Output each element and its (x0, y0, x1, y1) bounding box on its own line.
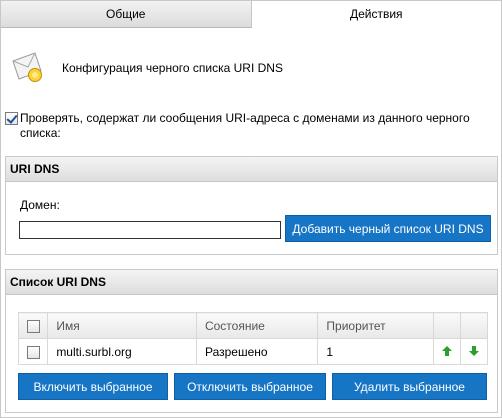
uri-dns-list-title: Список URI DNS (6, 270, 497, 295)
page-title: Конфигурация черного списка URI DNS (62, 61, 283, 75)
move-down-cell (459, 338, 489, 365)
uri-dns-list-group: Список URI DNS Имя Состояние Приоритет m… (5, 269, 498, 413)
mail-icon (12, 52, 42, 82)
row-name: multi.surbl.org (47, 338, 197, 365)
uri-dns-group: URI DNS Домен: Добавить черный список UR… (5, 156, 498, 255)
tab-actions[interactable]: Действия (251, 1, 501, 28)
tab-general[interactable]: Общие (1, 1, 252, 28)
row-checkbox[interactable] (26, 345, 40, 359)
check-uri-checkbox[interactable] (5, 112, 18, 125)
arrow-up-icon[interactable] (441, 345, 452, 356)
column-name[interactable]: Имя (47, 312, 197, 339)
enable-selected-button[interactable]: Включить выбранное (18, 373, 168, 400)
check-uri-label: Проверять, содержат ли сообщения URI-адр… (20, 111, 470, 140)
uri-dns-group-title: URI DNS (6, 157, 497, 182)
row-state: Разрешено (195, 338, 319, 365)
domain-label: Домен: (20, 198, 60, 212)
column-up-blank (432, 312, 461, 339)
arrow-down-icon[interactable] (468, 345, 479, 356)
window: Общие Действия Конфигурация черного спис… (0, 0, 502, 418)
column-down-blank (459, 312, 489, 339)
row-priority: 1 (317, 338, 434, 365)
row-select-cell (17, 338, 49, 365)
select-all-checkbox[interactable] (26, 319, 40, 333)
add-blacklist-button[interactable]: Добавить черный список URI DNS (285, 215, 491, 242)
table-row[interactable]: multi.surbl.org Разрешено 1 (17, 338, 489, 365)
tab-bar: Общие Действия (1, 1, 501, 28)
table-header-row: Имя Состояние Приоритет (17, 312, 489, 339)
move-up-cell (432, 338, 461, 365)
domain-input[interactable] (19, 221, 281, 239)
select-all-cell (17, 312, 49, 339)
uri-dns-table: Имя Состояние Приоритет multi.surbl.org … (17, 312, 489, 365)
delete-selected-button[interactable]: Удалить выбранное (332, 373, 487, 400)
disable-selected-button[interactable]: Отключить выбранное (174, 373, 326, 400)
list-actions: Включить выбранное Отключить выбранное У… (18, 373, 488, 400)
column-priority[interactable]: Приоритет (317, 312, 434, 339)
column-state[interactable]: Состояние (195, 312, 319, 339)
